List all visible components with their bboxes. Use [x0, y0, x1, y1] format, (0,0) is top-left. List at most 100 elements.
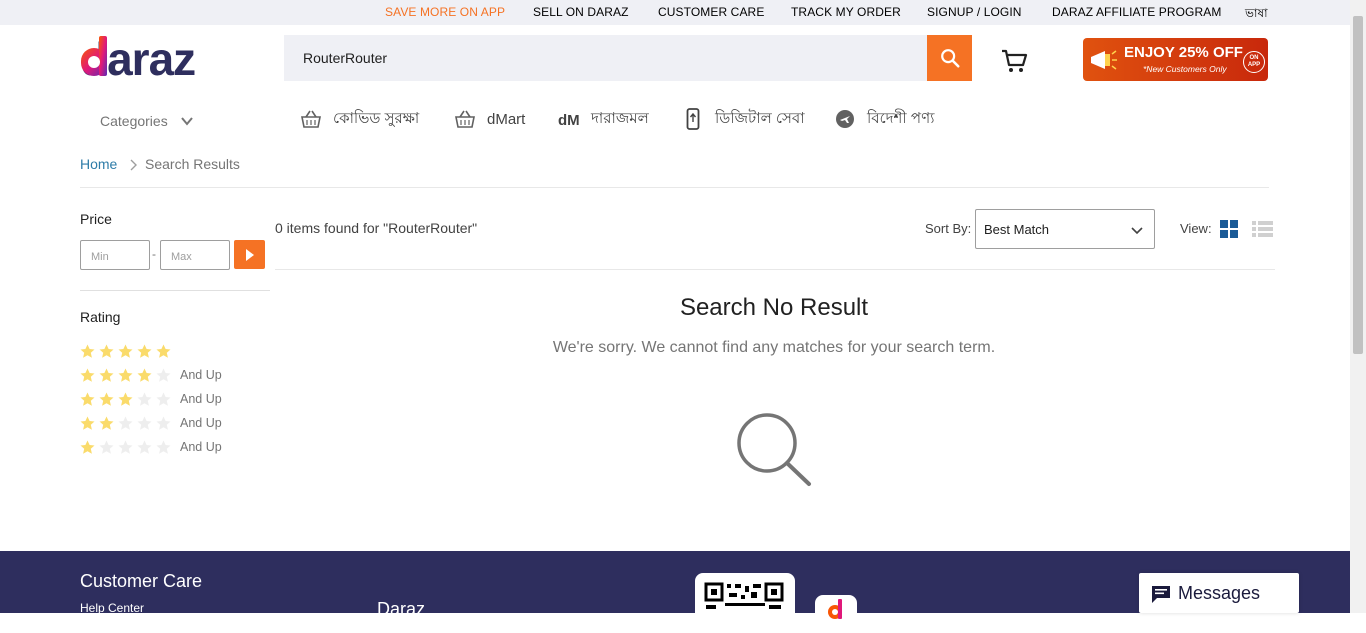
star-empty-icon: [156, 392, 171, 406]
star-filled-icon: [137, 368, 152, 382]
daraz-logo[interactable]: daraz: [80, 33, 220, 85]
price-max-input[interactable]: Max: [160, 240, 230, 270]
nav-item-label: ডিজিটাল সেবা: [715, 109, 805, 127]
affiliate-program-link[interactable]: DARAZ AFFILIATE PROGRAM: [1052, 5, 1221, 19]
sort-label: Sort By:: [925, 221, 972, 236]
promo-subtitle: *New Customers Only: [1143, 64, 1227, 74]
rating-and-up-label: And Up: [180, 368, 222, 382]
messages-label: Messages: [1178, 583, 1261, 603]
star-empty-icon: [118, 440, 133, 454]
chat-icon: [1152, 586, 1170, 603]
save-more-on-app-link[interactable]: SAVE MORE ON APP: [385, 5, 505, 19]
chevron-right-icon: [130, 159, 137, 171]
promo-badge: ON APP: [1243, 51, 1265, 73]
star-filled-icon: [118, 344, 133, 358]
nav-item-darazmall[interactable]: dM দারাজমল: [557, 106, 649, 132]
cart-icon: [1002, 49, 1028, 72]
nav-item-label: বিদেশী পণ্য: [867, 109, 935, 127]
star-empty-icon: [137, 392, 152, 406]
basket-icon: [453, 107, 477, 131]
star-filled-icon: [99, 416, 114, 430]
scrollbar-thumb[interactable]: [1353, 16, 1363, 354]
promo-title: ENJOY 25% OFF: [1124, 44, 1243, 61]
no-result-title: Search No Result: [679, 294, 869, 321]
star-filled-icon: [80, 344, 95, 358]
footer-customer-care-title: Customer Care: [80, 571, 203, 591]
star-filled-icon: [118, 368, 133, 382]
sort-value: Best Match: [984, 222, 1050, 237]
play-arrow-icon: [245, 248, 254, 261]
phone-icon: [681, 107, 705, 131]
rating-filter-5-stars[interactable]: [80, 342, 175, 360]
star-empty-icon: [118, 416, 133, 430]
rating-filter-2-stars[interactable]: And Up: [80, 414, 222, 432]
grid-view-icon[interactable]: [1220, 220, 1238, 238]
basket-icon: [299, 107, 323, 131]
messages-widget[interactable]: Messages: [1139, 573, 1299, 613]
search-icon: [940, 49, 960, 68]
breadcrumb-home-link[interactable]: Home: [80, 156, 117, 172]
airplane-icon: [833, 107, 857, 131]
star-filled-icon: [99, 392, 114, 406]
track-my-order-link[interactable]: TRACK MY ORDER: [791, 5, 901, 19]
star-empty-icon: [137, 440, 152, 454]
language-link[interactable]: ভাষা: [1245, 5, 1268, 25]
star-filled-icon: [99, 344, 114, 358]
search-input[interactable]: [284, 35, 927, 81]
breadcrumb-current: Search Results: [145, 156, 240, 172]
star-filled-icon: [137, 344, 152, 358]
promo-banner[interactable]: ENJOY 25% OFF *New Customers Only ON APP: [1083, 38, 1268, 81]
footer-daraz-title: Daraz: [377, 599, 426, 619]
star-empty-icon: [156, 440, 171, 454]
nav-item-foreign[interactable]: বিদেশী পণ্য: [833, 106, 934, 132]
price-range-dash: -: [152, 247, 156, 261]
list-view-icon[interactable]: [1252, 220, 1273, 238]
sort-select[interactable]: Best Match: [975, 209, 1155, 249]
view-label: View:: [1180, 221, 1212, 236]
star-filled-icon: [80, 392, 95, 406]
signup-login-link[interactable]: SIGNUP / LOGIN: [927, 5, 1022, 19]
star-filled-icon: [118, 392, 133, 406]
cart-button[interactable]: [1000, 47, 1028, 75]
divider: [80, 290, 270, 291]
star-empty-icon: [156, 416, 171, 430]
star-filled-icon: [80, 368, 95, 382]
rating-and-up-label: And Up: [180, 416, 222, 430]
price-min-input[interactable]: Min: [80, 240, 150, 270]
app-qr-code: [695, 573, 795, 633]
sell-on-daraz-link[interactable]: SELL ON DARAZ: [533, 5, 629, 19]
svg-text:dM: dM: [558, 112, 580, 127]
rating-and-up-label: And Up: [180, 392, 222, 406]
chevron-down-icon: [1131, 227, 1143, 235]
no-result-message: We're sorry. We cannot find any matches …: [552, 339, 996, 356]
dm-mall-icon: dM: [557, 107, 581, 131]
search-box: [284, 35, 927, 81]
categories-menu[interactable]: Categories: [100, 113, 168, 129]
magnifier-icon: [737, 413, 811, 486]
divider: [80, 187, 1269, 188]
star-filled-icon: [99, 368, 114, 382]
rating-and-up-label: And Up: [180, 440, 222, 454]
star-empty-icon: [99, 440, 114, 454]
megaphone-icon: [1091, 50, 1117, 70]
nav-item-label: কোভিড সুরক্ষা: [333, 109, 420, 127]
rating-filter-4-stars[interactable]: And Up: [80, 366, 222, 384]
rating-filter-3-stars[interactable]: And Up: [80, 390, 222, 408]
price-apply-button[interactable]: [234, 240, 265, 269]
nav-item-covid[interactable]: কোভিড সুরক্ষা: [299, 106, 419, 132]
nav-item-dmart[interactable]: dMart: [453, 106, 525, 132]
chevron-down-icon[interactable]: [180, 114, 194, 128]
star-filled-icon: [80, 440, 95, 454]
star-empty-icon: [137, 416, 152, 430]
search-button[interactable]: [927, 35, 972, 81]
daraz-app-logo: [815, 595, 857, 625]
customer-care-link[interactable]: CUSTOMER CARE: [658, 5, 764, 19]
page-scrollbar[interactable]: [1350, 0, 1366, 613]
top-bar: SAVE MORE ON APP SELL ON DARAZ CUSTOMER …: [0, 0, 1350, 25]
nav-item-digital[interactable]: ডিজিটাল সেবা: [681, 106, 805, 132]
divider: [275, 269, 1275, 270]
nav-item-label: dMart: [487, 110, 526, 128]
rating-filter-title: Rating: [80, 309, 121, 325]
star-empty-icon: [156, 368, 171, 382]
rating-filter-1-stars[interactable]: And Up: [80, 438, 222, 456]
